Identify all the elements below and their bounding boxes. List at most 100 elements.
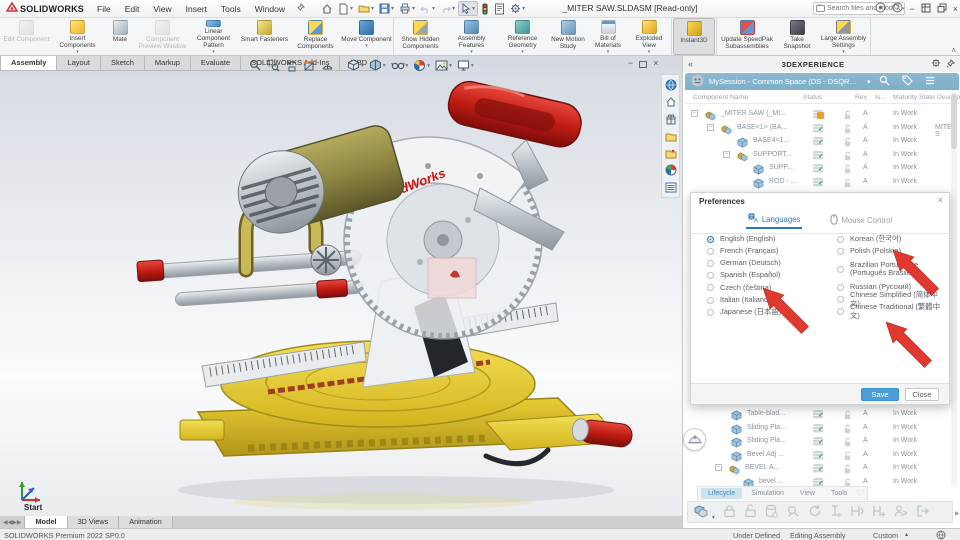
- radio-selected-icon[interactable]: [707, 235, 714, 243]
- assistant-helmet-badge[interactable]: [683, 428, 706, 451]
- replace-components-button[interactable]: Replace Components: [290, 18, 341, 55]
- panel-collapse-icon[interactable]: «: [683, 59, 698, 69]
- save-to-3dexperience-icon[interactable]: ▾: [694, 504, 715, 521]
- tree-row[interactable]: − SUPPORT... ✓ A In Work: [685, 149, 959, 163]
- expand-toggle-icon[interactable]: −: [723, 150, 730, 158]
- new-motion-study-button[interactable]: New Motion Study: [548, 18, 588, 55]
- language-option[interactable]: Spanish (Español): [707, 270, 825, 282]
- tab-simulation[interactable]: Simulation: [744, 488, 791, 499]
- menu-window[interactable]: Window: [248, 4, 292, 14]
- show-hidden-components-button[interactable]: Show Hidden Components: [395, 18, 446, 55]
- print-button[interactable]: ▾: [397, 2, 417, 15]
- 3dexperience-globe-icon[interactable]: [664, 78, 678, 92]
- open-button[interactable]: ▾: [356, 2, 376, 15]
- language-option[interactable]: German (Deutsch): [707, 257, 825, 269]
- radio-icon[interactable]: [837, 296, 844, 304]
- tab-3d-views[interactable]: 3D Views: [67, 516, 120, 528]
- tree-row[interactable]: Table-blad... ✓ A In Work: [685, 408, 959, 422]
- col-rev[interactable]: Rev: [855, 94, 867, 101]
- tab-tools[interactable]: Tools: [824, 488, 854, 499]
- radio-icon[interactable]: [707, 247, 714, 255]
- exploded-view-button[interactable]: Exploded View ▾: [628, 18, 670, 55]
- ribbon-collapse-chevron[interactable]: ˄: [951, 46, 956, 55]
- expand-toggle-icon[interactable]: −: [715, 464, 722, 471]
- restore-grid-button[interactable]: [921, 3, 931, 17]
- tab-layout[interactable]: Layout: [56, 56, 101, 71]
- hide-show-items-icon[interactable]: ▾: [390, 58, 410, 73]
- language-option[interactable]: French (Français): [707, 245, 825, 257]
- lock-action-icon[interactable]: [723, 504, 736, 520]
- tab-view[interactable]: View: [793, 488, 822, 499]
- tree-row[interactable]: − BEVEL A... ✓ A In Work: [685, 462, 959, 476]
- doc-restore-button[interactable]: [639, 61, 648, 68]
- minimize-button[interactable]: −: [909, 3, 914, 16]
- move-component-button[interactable]: Move Component ▾: [341, 18, 392, 55]
- save-button[interactable]: ▾: [377, 2, 396, 15]
- new-document-button[interactable]: ▾: [336, 2, 355, 16]
- toolbar-scroll-right-icon[interactable]: ▶: [955, 510, 960, 517]
- radio-icon[interactable]: [837, 235, 844, 243]
- tree-row[interactable]: − BASE<1> (BA... ✓ A In Work MITER S: [685, 122, 959, 138]
- zoom-fit-icon[interactable]: [248, 58, 263, 73]
- instant3d-button[interactable]: Instant3D: [673, 18, 715, 55]
- insert-components-button[interactable]: Insert Components ▾: [52, 18, 103, 55]
- rebuild-button[interactable]: [479, 2, 491, 16]
- pin-menu-icon[interactable]: [296, 3, 305, 14]
- col-maturity-state[interactable]: Maturity State: [893, 94, 935, 101]
- file-explorer-icon[interactable]: [664, 146, 678, 160]
- tab-mouse-control[interactable]: Mouse Control: [828, 211, 894, 229]
- menu-edit[interactable]: Edit: [118, 4, 147, 14]
- menu-insert[interactable]: Insert: [179, 4, 214, 14]
- edit-component-button[interactable]: Edit Component: [1, 18, 52, 55]
- radio-icon[interactable]: [707, 296, 714, 304]
- tab-languages[interactable]: 文A Languages: [745, 211, 803, 229]
- tab-assembly[interactable]: Assembly: [0, 56, 58, 71]
- tab-sketch[interactable]: Sketch: [99, 56, 145, 71]
- linear-component-pattern-button[interactable]: Linear Component Pattern ▾: [188, 18, 239, 55]
- tree-row[interactable]: Sliding Pla... ✓ A In Work: [685, 422, 959, 436]
- language-option[interactable]: Chinese Traditional (繁體中文): [837, 303, 947, 320]
- tab-markup[interactable]: Markup: [143, 56, 191, 71]
- edit-appearance-icon[interactable]: ▾: [412, 58, 431, 73]
- tree-row[interactable]: BASE4<1... ✓ A In Work: [685, 135, 959, 149]
- section-view-icon[interactable]: [302, 58, 317, 73]
- menu-file[interactable]: File: [90, 4, 118, 14]
- sync-action-icon[interactable]: [808, 504, 822, 520]
- col-is[interactable]: Is...: [875, 94, 886, 101]
- zoom-area-icon[interactable]: [266, 58, 281, 73]
- component-preview-window-button[interactable]: Component Preview Window: [137, 18, 188, 55]
- replace-component-action-icon[interactable]: [850, 504, 864, 520]
- doc-close-button[interactable]: ×: [653, 58, 658, 68]
- tree-row[interactable]: − _MITER SAW (_MI... A In Work: [685, 108, 959, 122]
- undo-button[interactable]: ▾: [418, 3, 437, 15]
- tab-model[interactable]: Model: [25, 516, 68, 528]
- previous-view-icon[interactable]: [284, 58, 299, 73]
- dialog-close-icon[interactable]: ×: [938, 195, 943, 205]
- large-assembly-settings-button[interactable]: Large Assembly Settings ▾: [818, 18, 869, 55]
- custom-properties-list-icon[interactable]: [664, 180, 678, 194]
- menu-view[interactable]: View: [146, 4, 178, 14]
- panel-scrollbar[interactable]: [951, 92, 957, 486]
- display-style-icon[interactable]: ▾: [368, 58, 387, 73]
- resources-gift-icon[interactable]: [664, 112, 678, 126]
- language-option[interactable]: English (English): [707, 233, 825, 245]
- database-action-icon[interactable]: [765, 504, 778, 520]
- session-dropdown-icon[interactable]: ▾: [867, 78, 871, 86]
- radio-icon[interactable]: [837, 308, 844, 316]
- doc-minimize-button[interactable]: −: [628, 58, 633, 68]
- favorites-heart-icon[interactable]: ♡: [856, 488, 864, 499]
- view-settings-icon[interactable]: ▾: [456, 58, 475, 73]
- explore-action-icon[interactable]: [786, 504, 800, 520]
- close-window-button[interactable]: ×: [953, 3, 958, 16]
- bill-of-materials-button[interactable]: Bill of Materials ▾: [588, 18, 628, 55]
- reference-geometry-button[interactable]: Reference Geometry ▾: [497, 18, 548, 55]
- miter-saw-model[interactable]: SolidWorks: [128, 70, 682, 522]
- radio-icon[interactable]: [707, 308, 714, 316]
- tree-row[interactable]: Bevel Adj ... ✓ A In Work: [685, 449, 959, 463]
- units-selector[interactable]: Custom: [873, 531, 898, 540]
- sw-help-gear-icon[interactable]: [875, 2, 886, 17]
- assembly-features-button[interactable]: Assembly Features ▾: [446, 18, 497, 55]
- tree-row[interactable]: ROD - ... ✓ A In Work: [685, 176, 959, 190]
- measure-icon[interactable]: [320, 58, 335, 73]
- unlock-action-icon[interactable]: [744, 504, 757, 520]
